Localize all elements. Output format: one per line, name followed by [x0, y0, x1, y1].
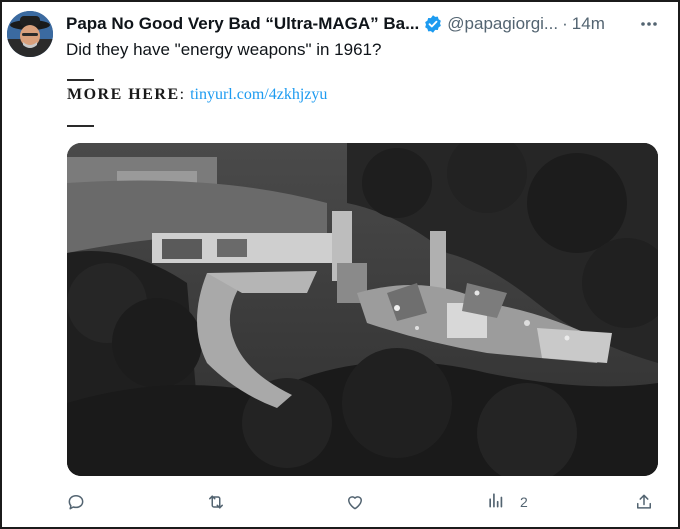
views-icon — [486, 490, 506, 515]
author-handle[interactable]: @papagiorgi... — [447, 14, 558, 34]
tweet-text: Did they have "energy weapons" in 1961? — [66, 40, 382, 59]
like-icon[interactable] — [345, 490, 365, 514]
author-name[interactable]: Papa No Good Very Bad “Ultra-MAGA” Ba... — [66, 14, 419, 34]
reply-icon[interactable] — [66, 490, 86, 514]
tweet-card: Papa No Good Very Bad “Ultra-MAGA” Ba...… — [0, 0, 680, 529]
retweet-icon[interactable] — [206, 490, 226, 514]
views-button[interactable]: 2 — [486, 490, 528, 514]
tweet-header: Papa No Good Very Bad “Ultra-MAGA” Ba...… — [66, 13, 666, 35]
timestamp[interactable]: 14m — [572, 14, 605, 34]
share-icon[interactable] — [634, 490, 654, 514]
action-bar: 2 — [66, 490, 666, 514]
more-icon[interactable] — [638, 13, 660, 35]
divider-bottom — [67, 125, 94, 127]
verified-badge-icon — [423, 14, 443, 34]
more-here-link[interactable]: tinyurl.com/4zkhjzyu — [190, 86, 327, 103]
tweet-image[interactable] — [67, 143, 658, 476]
more-here-label: MORE HERE — [67, 86, 180, 103]
more-here-colon: : — [179, 86, 185, 103]
burned-house-photo — [67, 143, 658, 476]
divider-top — [67, 79, 94, 81]
views-count: 2 — [520, 494, 528, 510]
avatar[interactable] — [7, 11, 53, 57]
more-here-line: MORE HERE: tinyurl.com/4zkhjzyu — [67, 86, 327, 104]
separator-dot: · — [562, 14, 568, 33]
